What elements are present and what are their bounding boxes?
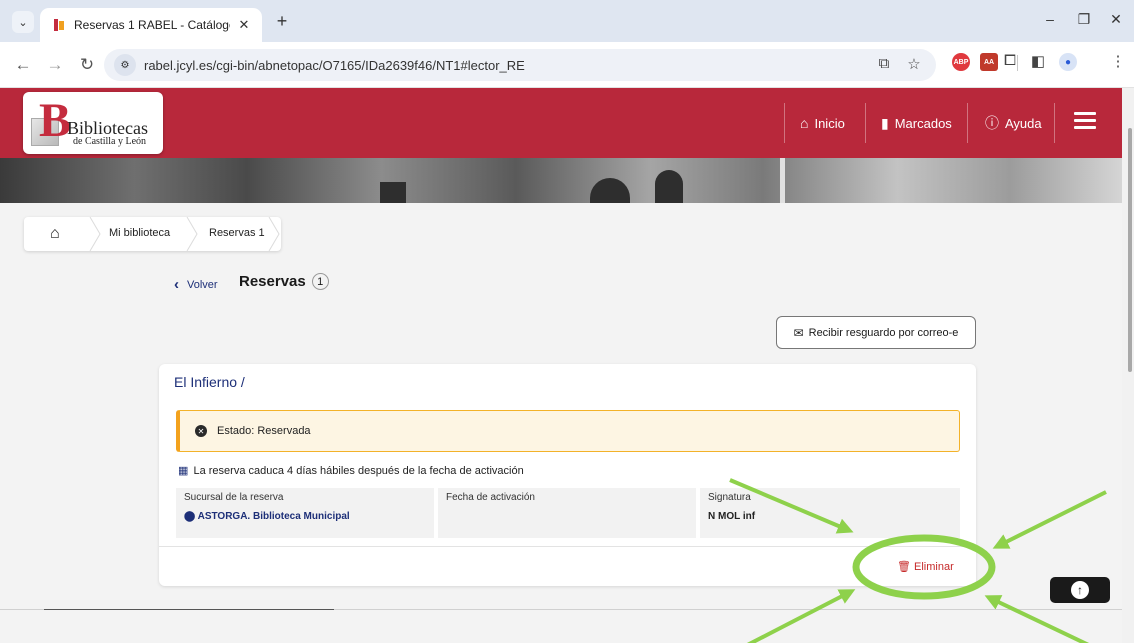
info-label: Fecha de activación [446, 492, 535, 503]
arrow-up-icon: ↑ [1071, 581, 1089, 599]
back-link[interactable]: ‹ Volver [174, 276, 218, 293]
bookmark-icon: ▮ [881, 114, 889, 131]
nav-inicio[interactable]: ⌂ Inicio [800, 88, 845, 158]
page-content: B Bibliotecas de Castilla y León ⌂ Inici… [0, 88, 1122, 643]
calendar-icon: ▦ [178, 465, 189, 477]
delete-label: Eliminar [914, 561, 954, 573]
tab-title: Reservas 1 RABEL - Catálogo Co [74, 18, 230, 32]
back-link-label: Volver [187, 278, 218, 291]
back-icon[interactable]: ← [12, 54, 34, 76]
breadcrumb-mi-biblioteca[interactable]: Mi biblioteca [109, 227, 170, 239]
breadcrumb-separator [186, 217, 198, 251]
nav-ayuda[interactable]: ⓘ Ayuda [985, 88, 1042, 158]
home-icon: ⌂ [800, 115, 809, 131]
plus-icon[interactable]: + [272, 12, 292, 32]
nav-separator [967, 103, 968, 143]
url-text: rabel.jcyl.es/cgi-bin/abnetopac/O7165/ID… [144, 57, 525, 73]
status-text: Estado: Reservada [217, 425, 311, 437]
home-icon[interactable]: ⌂ [50, 225, 60, 243]
expiry-note: ▦ La reserva caduca 4 días hábiles despu… [178, 464, 524, 477]
breadcrumb: ⌂ Mi biblioteca Reservas 1 [24, 217, 281, 251]
tab-search-icon[interactable]: ⌄ [12, 11, 34, 33]
info-label: Signatura [708, 492, 751, 503]
divider [44, 609, 334, 610]
more-icon[interactable]: ⋮ [1108, 52, 1128, 70]
nav-marcados-label: Marcados [894, 115, 952, 131]
page-title-text: Reservas [239, 273, 306, 290]
nav-ayuda-label: Ayuda [1005, 115, 1042, 131]
chevron-left-icon: ‹ [174, 276, 179, 293]
email-receipt-button[interactable]: ✉ Recibir resguardo por correo-e [776, 316, 976, 349]
map-pin-icon: ⬤ [184, 511, 198, 522]
adblock-extension-icon[interactable]: ABP [952, 53, 970, 71]
side-panel-icon[interactable]: ◧ [1028, 52, 1048, 70]
count-badge: 1 [311, 273, 329, 290]
reservation-info: Sucursal de la reserva ⬤ ASTORGA. Biblio… [176, 488, 960, 538]
delete-button[interactable]: 🗑 Eliminar [897, 560, 954, 573]
address-bar[interactable]: ⚙ rabel.jcyl.es/cgi-bin/abnetopac/O7165/… [104, 49, 936, 81]
menu-icon[interactable] [1074, 112, 1096, 130]
breadcrumb-reservas: Reservas 1 [209, 227, 265, 239]
extension-icon[interactable]: AA [980, 53, 998, 71]
info-value[interactable]: ⬤ ASTORGA. Biblioteca Municipal [184, 511, 426, 522]
info-cell-fecha: Fecha de activación [438, 488, 696, 538]
forward-icon[interactable]: → [44, 54, 66, 76]
info-value: N MOL inf [708, 511, 756, 522]
info-cell-sucursal: Sucursal de la reserva ⬤ ASTORGA. Biblio… [176, 488, 434, 538]
nav-marcados[interactable]: ▮ Marcados [881, 88, 952, 158]
site-logo[interactable]: B Bibliotecas de Castilla y León [23, 92, 163, 154]
info-label: Sucursal de la reserva [184, 492, 284, 503]
reload-icon[interactable]: ↻ [76, 54, 98, 76]
site-info-icon[interactable]: ⚙ [114, 54, 136, 76]
x-circle-icon: ✕ [195, 425, 207, 437]
site-header: B Bibliotecas de Castilla y León ⌂ Inici… [0, 88, 1122, 158]
breadcrumb-separator [89, 217, 101, 251]
window-close-icon[interactable]: ✕ [1106, 11, 1126, 28]
card-divider [159, 546, 976, 547]
browser-tab-bar: ⌄ Reservas 1 RABEL - Catálogo Co ✕ + – ❐… [0, 0, 1134, 42]
profile-icon[interactable]: ● [1059, 53, 1077, 71]
email-receipt-label: Recibir resguardo por correo-e [808, 326, 959, 339]
page-title: Reservas 1 [239, 273, 329, 290]
toolbar-separator [1017, 55, 1018, 71]
cast-icon[interactable]: ⧉ [874, 55, 894, 72]
nav-separator [1054, 103, 1055, 143]
logo-subtitle: de Castilla y León [73, 136, 147, 147]
star-icon[interactable]: ☆ [904, 55, 924, 73]
help-icon: ⓘ [985, 115, 999, 131]
header-banner-image [0, 158, 1122, 203]
expiry-note-text: La reserva caduca 4 días hábiles después… [193, 465, 524, 477]
screen: ⌄ Reservas 1 RABEL - Catálogo Co ✕ + – ❐… [0, 0, 1134, 643]
envelope-icon: ✉ [793, 325, 804, 340]
trash-icon: 🗑 [897, 561, 911, 573]
minimize-icon[interactable]: – [1040, 11, 1060, 27]
scrollbar-thumb[interactable] [1128, 128, 1132, 372]
status-alert: ✕ Estado: Reservada [176, 410, 960, 452]
restore-icon[interactable]: ❐ [1074, 11, 1094, 28]
breadcrumb-separator [268, 217, 280, 251]
browser-tab[interactable]: Reservas 1 RABEL - Catálogo Co ✕ [40, 8, 262, 42]
info-cell-signatura: Signatura N MOL inf [700, 488, 960, 538]
close-icon[interactable]: ✕ [236, 17, 252, 33]
favicon-icon [54, 19, 64, 31]
nav-separator [784, 103, 785, 143]
reservation-card: El Infierno / ✕ Estado: Reservada ▦ La r… [159, 364, 976, 586]
info-value-text: ASTORGA. Biblioteca Municipal [197, 511, 350, 522]
scroll-to-top-button[interactable]: ↑ [1050, 577, 1110, 603]
reservation-title[interactable]: El Infierno / [174, 374, 245, 390]
nav-separator [865, 103, 866, 143]
nav-inicio-label: Inicio [814, 115, 845, 131]
